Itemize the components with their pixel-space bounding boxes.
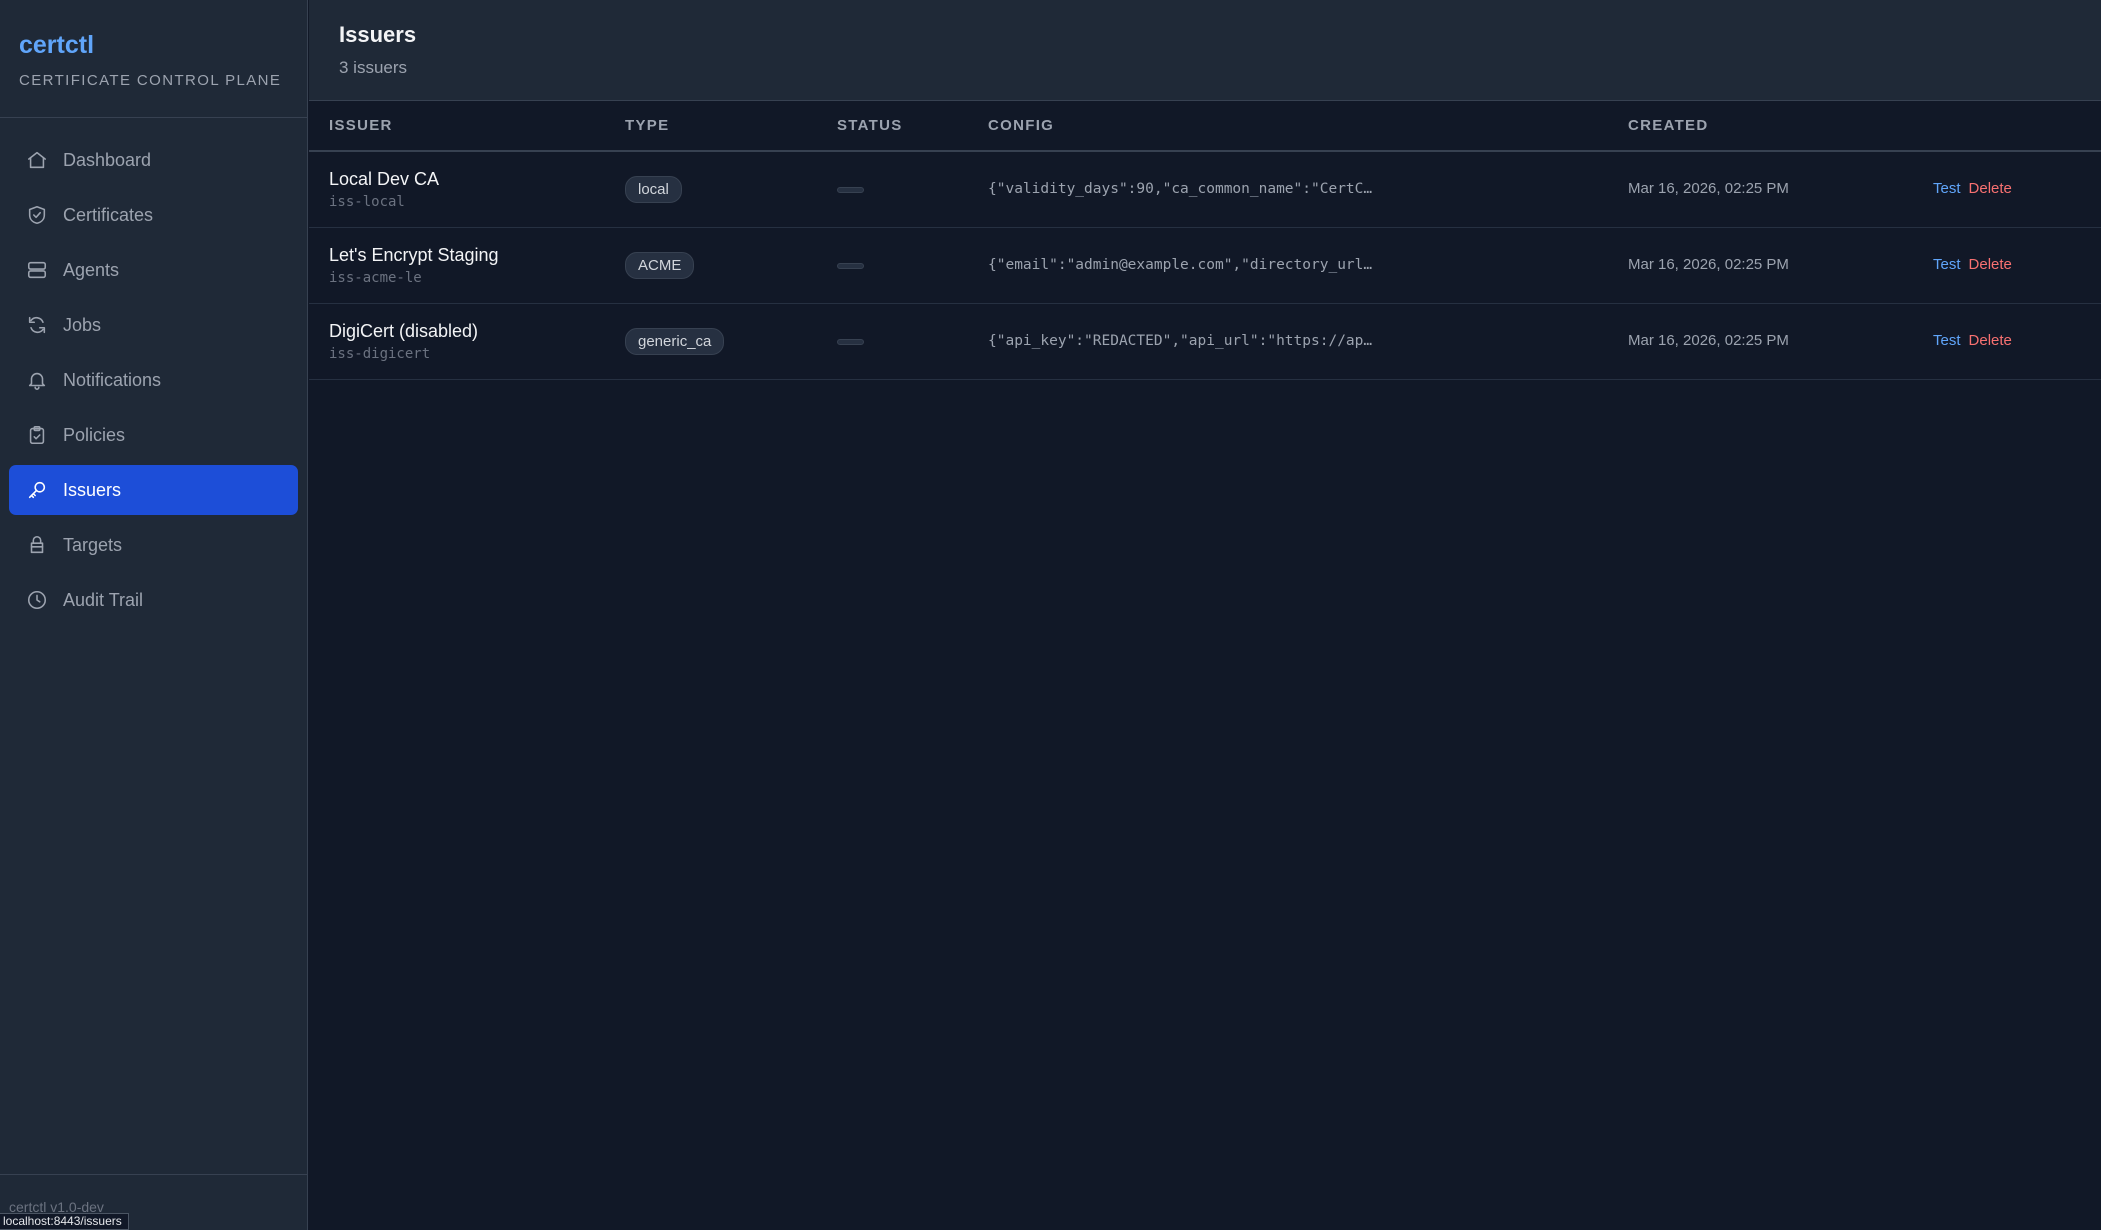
config-cell: {"email":"admin@example.com","directory_… [988,227,1628,303]
issuer-id: iss-local [329,193,405,210]
app-tagline: CERTIFICATE CONTROL PLANE [19,72,282,89]
delete-button[interactable]: Delete [1969,332,2012,349]
sidebar-item-policies[interactable]: Policies [9,410,298,460]
status-badge [837,263,864,269]
column-header-created[interactable]: CREATED [1628,101,1933,151]
column-header-actions [1933,101,2101,151]
status-badge [837,187,864,194]
brand: certctl CERTIFICATE CONTROL PLANE [0,0,307,118]
test-button[interactable]: Test [1933,180,1961,197]
created-cell: Mar 16, 2026, 02:25 PM [1628,151,1933,227]
delete-button[interactable]: Delete [1969,180,2012,197]
sidebar-item-targets[interactable]: Targets [9,520,298,570]
main-content: Issuers 3 issuers ISSUER TYPE STATUS CON… [309,0,2101,1230]
sidebar-item-label: Audit Trail [63,589,144,610]
sidebar-item-issuers[interactable]: Issuers [9,465,298,515]
sidebar-item-notifications[interactable]: Notifications [9,355,298,405]
sidebar-item-label: Dashboard [63,149,152,170]
actions-cell: Test Delete [1933,151,2101,227]
config-cell: {"validity_days":90,"ca_common_name":"Ce… [988,151,1628,227]
issuer-cell: Let's Encrypt Staging iss-acme-le [309,227,625,303]
column-header-issuer[interactable]: ISSUER [309,101,625,151]
delete-button[interactable]: Delete [1969,256,2012,273]
page-header: Issuers 3 issuers [309,0,2101,101]
sidebar-item-label: Agents [63,259,120,280]
status-cell [837,303,988,379]
actions-cell: Test Delete [1933,303,2101,379]
issuer-count: 3 issuers [339,58,408,77]
type-cell: local [625,151,837,227]
sidebar-nav: Dashboard Certificates Agents Jobs Notif… [0,118,307,625]
server-icon [25,258,49,282]
column-header-config[interactable]: CONFIG [988,101,1628,151]
type-badge: local [625,175,682,203]
issuer-name[interactable]: Let's Encrypt Staging [329,245,625,266]
created-date: Mar 16, 2026, 02:25 PM [1628,332,1789,349]
link-status-url: localhost:8443/issuers [0,1213,129,1230]
config-json: {"api_key":"REDACTED","api_url":"https:/… [988,333,1373,349]
clock-icon [25,588,49,612]
sidebar-item-agents[interactable]: Agents [9,245,298,295]
config-json: {"email":"admin@example.com","directory_… [988,257,1373,273]
created-date: Mar 16, 2026, 02:25 PM [1628,180,1789,198]
issuers-table: ISSUER TYPE STATUS CONFIG CREATED Local … [309,101,2101,380]
table-row[interactable]: DigiCert (disabled) iss-digicert generic… [309,303,2101,379]
sidebar-item-label: Targets [63,534,123,555]
column-header-status[interactable]: STATUS [837,101,988,151]
bell-icon [25,368,49,392]
sidebar-item-label: Notifications [63,369,162,390]
status-badge [837,339,864,345]
table-header-row: ISSUER TYPE STATUS CONFIG CREATED [309,101,2101,151]
created-cell: Mar 16, 2026, 02:25 PM [1628,303,1933,379]
table-row[interactable]: Let's Encrypt Staging iss-acme-le ACME {… [309,227,2101,303]
issuer-name[interactable]: DigiCert (disabled) [329,321,625,342]
config-json: {"validity_days":90,"ca_common_name":"Ce… [988,181,1373,198]
status-cell [837,151,988,227]
clipboard-check-icon [25,423,49,447]
home-icon [25,148,49,172]
sidebar-item-label: Jobs [63,314,102,335]
sidebar-item-jobs[interactable]: Jobs [9,300,298,350]
sidebar-item-certificates[interactable]: Certificates [9,190,298,240]
actions-cell: Test Delete [1933,227,2101,303]
column-header-type[interactable]: TYPE [625,101,837,151]
shield-check-icon [25,203,49,227]
app-logo-text[interactable]: certctl [19,30,288,60]
test-button[interactable]: Test [1933,256,1961,273]
issuer-name[interactable]: Local Dev CA [329,169,625,190]
status-cell [837,227,988,303]
sidebar-item-label: Policies [63,424,126,445]
database-icon [25,533,49,557]
sidebar-item-label: Issuers [63,479,122,500]
sidebar: certctl CERTIFICATE CONTROL PLANE Dashbo… [0,0,308,1230]
refresh-icon [25,313,49,337]
issuer-cell: DigiCert (disabled) iss-digicert [309,303,625,379]
table-row[interactable]: Local Dev CA iss-local local {"validity_… [309,151,2101,227]
page-title: Issuers [339,22,417,47]
created-cell: Mar 16, 2026, 02:25 PM [1628,227,1933,303]
type-badge: ACME [625,251,695,279]
type-badge: generic_ca [625,327,725,355]
type-cell: ACME [625,227,837,303]
key-icon [25,478,49,502]
issuer-id: iss-acme-le [329,269,422,286]
sidebar-item-label: Certificates [63,204,154,225]
issuer-cell: Local Dev CA iss-local [309,151,625,227]
config-cell: {"api_key":"REDACTED","api_url":"https:/… [988,303,1628,379]
sidebar-item-audit-trail[interactable]: Audit Trail [9,575,298,625]
sidebar-item-dashboard[interactable]: Dashboard [9,135,298,185]
test-button[interactable]: Test [1933,332,1961,349]
type-cell: generic_ca [625,303,837,379]
created-date: Mar 16, 2026, 02:25 PM [1628,256,1789,273]
issuer-id: iss-digicert [329,345,431,362]
